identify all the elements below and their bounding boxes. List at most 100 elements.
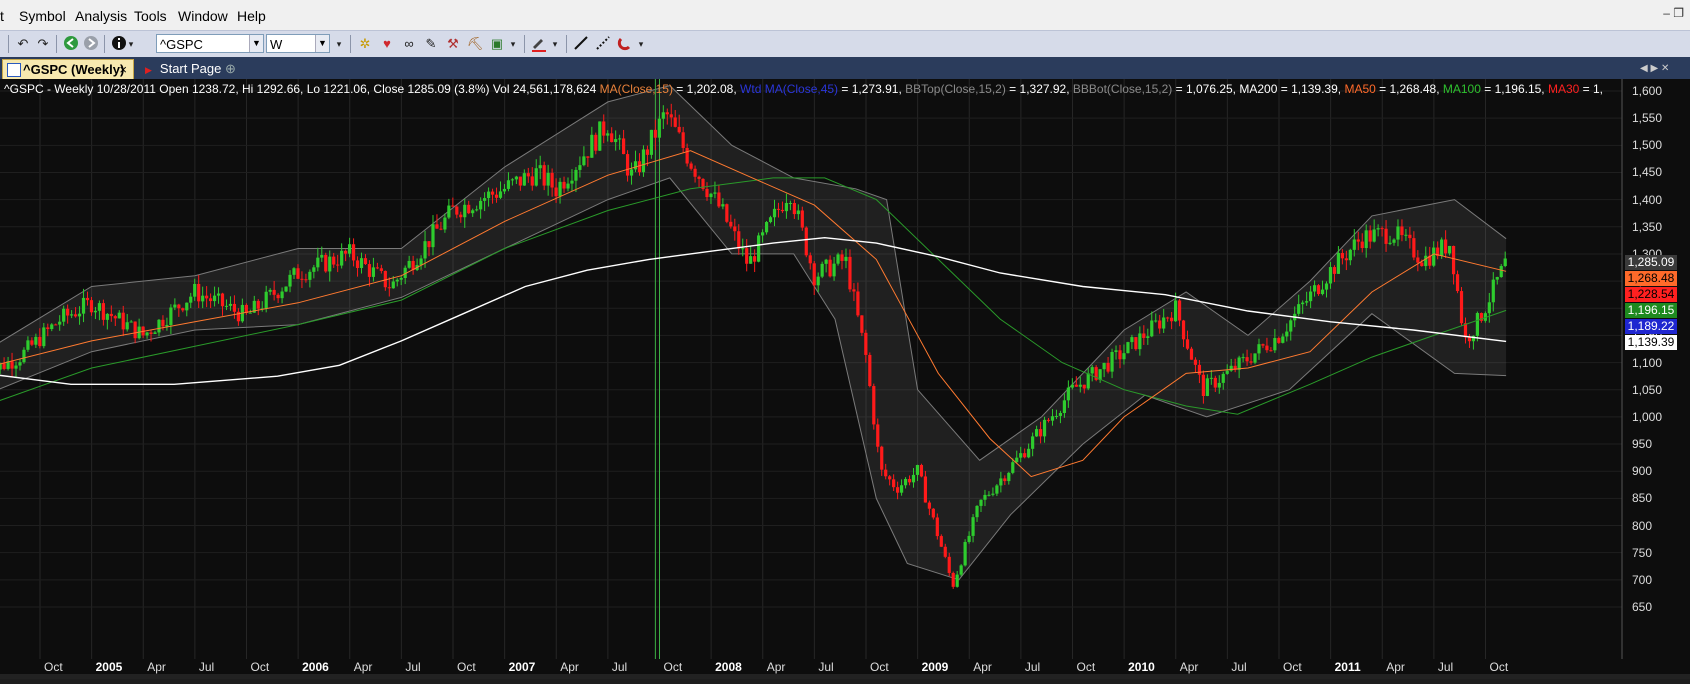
- candle-body: [911, 474, 916, 483]
- candle-body: [320, 254, 324, 258]
- candle-body: [189, 296, 193, 303]
- candle-body: [62, 308, 66, 322]
- candle-body: [284, 286, 288, 292]
- window-controls[interactable]: – ❐: [1663, 6, 1684, 20]
- candle-body: [1106, 362, 1110, 372]
- interval-combo[interactable]: W ▼: [266, 34, 330, 53]
- x-axis-label: Oct: [250, 660, 270, 674]
- candle-body: [566, 183, 570, 189]
- candle-body: [2, 363, 6, 369]
- undo-icon[interactable]: ↶: [14, 35, 32, 53]
- toolbar-dropdown-icon[interactable]: ▾: [636, 35, 646, 53]
- candle-body: [451, 205, 455, 207]
- menu-item-file-partial[interactable]: t: [0, 8, 4, 24]
- color-dropdown-icon[interactable]: ▾: [550, 35, 560, 53]
- candle-body: [1122, 353, 1126, 360]
- candle-body: [129, 321, 133, 323]
- symbol-combo[interactable]: ^GSPC ▼: [156, 34, 264, 53]
- x-axis-label: Apr: [766, 660, 786, 674]
- info-dropdown-icon[interactable]: ▾: [126, 35, 136, 53]
- line-tool-icon[interactable]: [572, 35, 590, 53]
- candle-body: [371, 267, 376, 277]
- candle-body: [193, 283, 197, 297]
- toolbar-dropdown-icon[interactable]: ▾: [508, 35, 518, 53]
- candle-body: [836, 254, 840, 264]
- candle-body: [1491, 279, 1495, 303]
- y-axis-label: 750: [1632, 545, 1653, 560]
- candle-body: [876, 424, 880, 447]
- menu-item-symbol[interactable]: Symbol: [19, 8, 66, 24]
- chart-area[interactable]: [0, 79, 1690, 679]
- candle-body: [1086, 373, 1090, 389]
- candle-body: [991, 493, 995, 495]
- legend-series-value: = 1,196.15,: [1480, 82, 1548, 96]
- candle-body: [232, 303, 237, 312]
- candle-body: [1372, 229, 1376, 242]
- toolbar-dropdown-icon[interactable]: ▾: [334, 35, 344, 53]
- new-tab-icon[interactable]: ⊕: [225, 59, 236, 79]
- price-tag: 1,189.22: [1625, 319, 1677, 335]
- candle-body: [1046, 419, 1051, 421]
- candle-body: [697, 176, 701, 179]
- toolbar: ↶ ↷ ▾ ^GSPC ▼ W ▼ ▾ ✲ ♥ ∞ ✎ ⚒ ⛏ ▣ ▾ ▾ ▾: [0, 30, 1690, 58]
- dotted-line-icon[interactable]: [594, 35, 612, 53]
- x-axis-label: Oct: [663, 660, 683, 674]
- legend-series-value: = 1,202.08,: [672, 82, 741, 96]
- heart-icon[interactable]: ♥: [378, 35, 396, 53]
- candle-body: [1054, 415, 1059, 417]
- candle-body: [574, 169, 578, 181]
- y-axis-label: 900: [1632, 464, 1653, 479]
- candle-body: [665, 112, 669, 115]
- candle-body: [467, 204, 471, 214]
- toolbar-separator: [524, 35, 525, 53]
- candle-body: [1062, 400, 1066, 414]
- close-icon[interactable]: ×: [119, 60, 127, 80]
- candle-body: [1074, 384, 1078, 387]
- candle-body: [34, 336, 38, 345]
- candle-body: [610, 133, 614, 143]
- candle-body: [363, 258, 368, 265]
- wand-icon[interactable]: ⚒: [444, 35, 462, 53]
- candle-body: [1412, 238, 1416, 258]
- candle-body: [272, 289, 276, 295]
- menu-item-help[interactable]: Help: [237, 8, 266, 24]
- tab-start-page[interactable]: ▶ Start Page: [145, 59, 221, 79]
- notepad-icon[interactable]: ✎: [422, 35, 440, 53]
- candle-body: [768, 217, 773, 223]
- candle-body: [483, 198, 487, 201]
- chart-icon[interactable]: ▣: [488, 35, 506, 53]
- menu-item-tools[interactable]: Tools: [134, 8, 167, 24]
- candle-body: [1348, 249, 1352, 261]
- chevron-down-icon[interactable]: ▼: [315, 35, 329, 52]
- pickaxe-icon[interactable]: ⛏: [466, 35, 484, 53]
- tab-gspc-weekly[interactable]: ^GSPC (Weekly) ×: [2, 59, 134, 79]
- candle-body: [967, 535, 971, 542]
- glasses-icon[interactable]: ∞: [400, 35, 418, 53]
- legend-series-value: = 1,327.92,: [1005, 82, 1073, 96]
- price-chart[interactable]: [0, 79, 1690, 679]
- magnet-icon[interactable]: [616, 35, 634, 53]
- redo-icon[interactable]: ↷: [34, 35, 52, 53]
- menu-bar: t Symbol Analysis Tools Window Help – ❐: [0, 0, 1690, 30]
- candle-body: [256, 300, 260, 309]
- symbol-value: ^GSPC: [160, 37, 203, 52]
- candle-body: [1237, 357, 1241, 370]
- forward-icon[interactable]: [82, 35, 100, 53]
- candle-body: [1344, 258, 1348, 261]
- pencil-color-icon[interactable]: [530, 35, 548, 53]
- back-icon[interactable]: [62, 35, 80, 53]
- candle-body: [292, 268, 296, 275]
- menu-item-window[interactable]: Window: [178, 8, 228, 24]
- candle-body: [46, 327, 50, 330]
- candle-body: [1213, 377, 1217, 388]
- tab-scroll-icon[interactable]: ◀ ▶ ✕: [1640, 59, 1669, 79]
- menu-item-analysis[interactable]: Analysis: [75, 8, 127, 24]
- chevron-down-icon[interactable]: ▼: [249, 35, 263, 52]
- gear-icon[interactable]: ✲: [356, 35, 374, 53]
- candle-body: [216, 293, 221, 296]
- candle-body: [999, 478, 1003, 486]
- candle-body: [1217, 382, 1221, 388]
- candle-body: [459, 214, 463, 218]
- candle-body: [931, 508, 935, 518]
- candle-body: [892, 479, 896, 488]
